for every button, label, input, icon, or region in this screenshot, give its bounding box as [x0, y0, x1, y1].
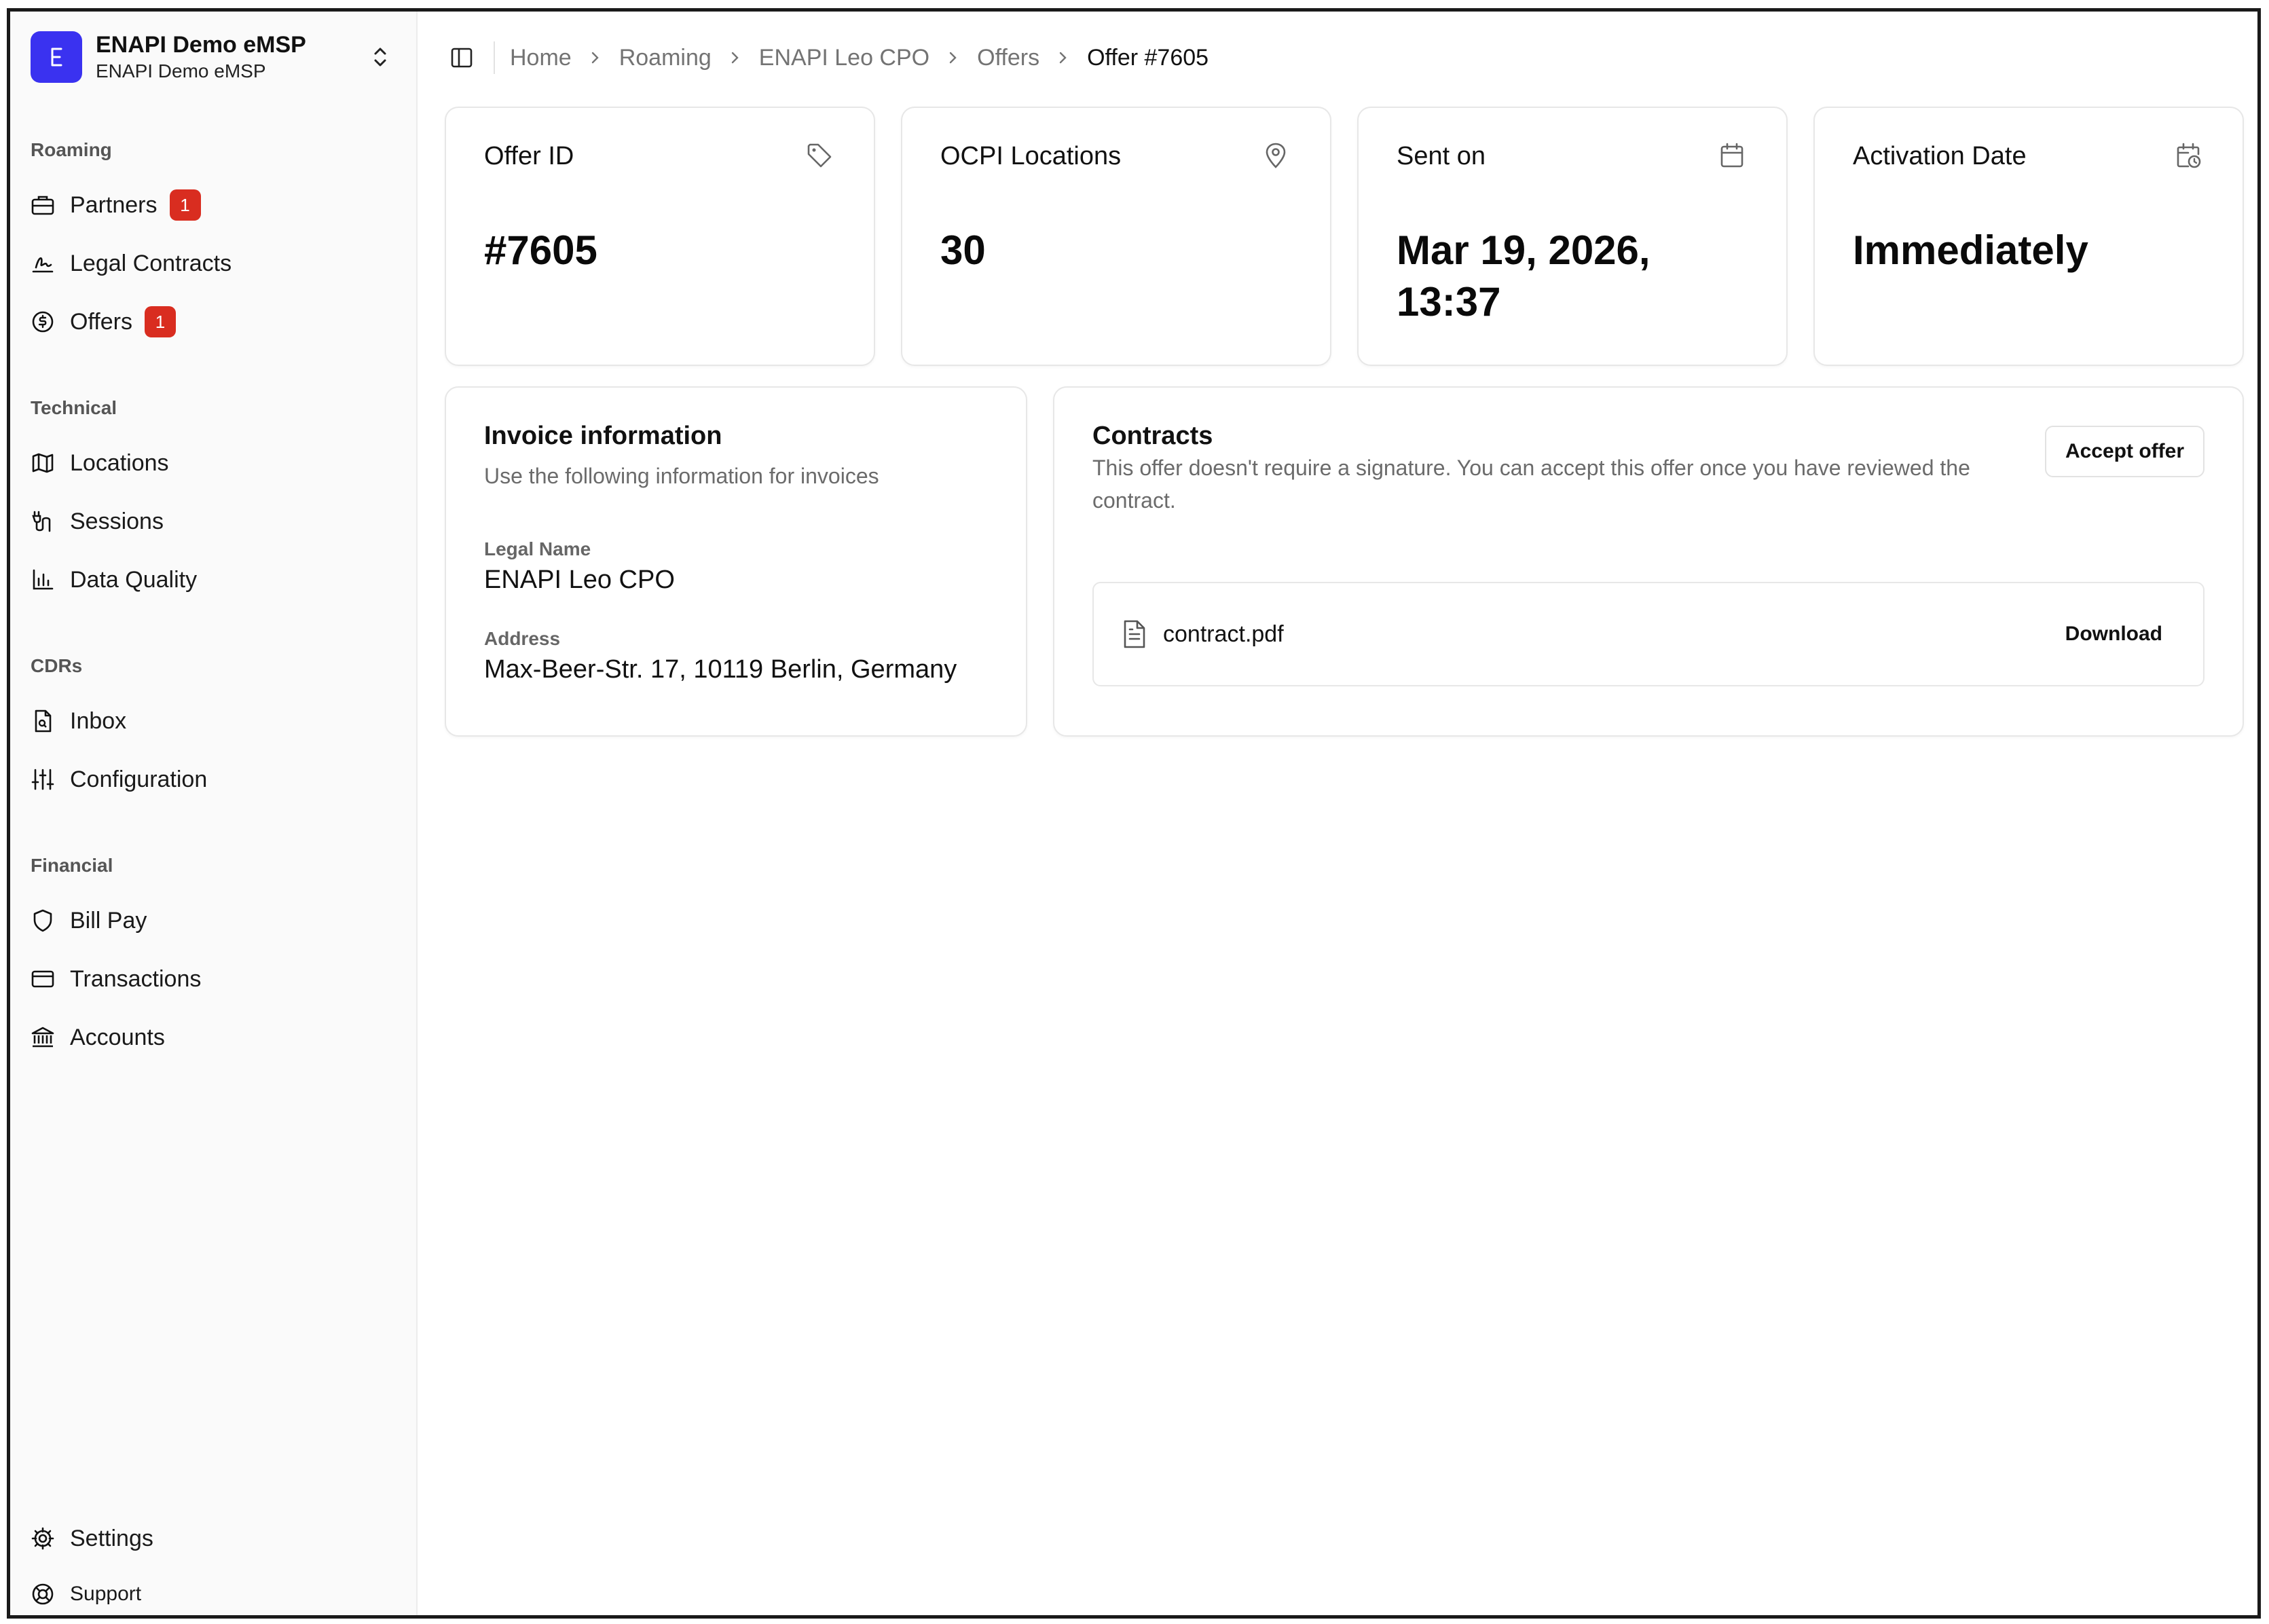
- sidebar-item-label: Data Quality: [70, 566, 198, 593]
- download-button[interactable]: Download: [2065, 623, 2162, 646]
- chevron-right-icon: [1057, 50, 1069, 66]
- charging-plug-icon: [31, 506, 60, 536]
- sidebar: ENAPI Demo eMSP ENAPI Demo eMSP Roaming …: [10, 12, 418, 1615]
- sidebar-item-offers[interactable]: Offers 1: [31, 298, 397, 346]
- sidebar-item-partners[interactable]: Partners 1: [31, 181, 397, 229]
- tag-icon: [806, 142, 836, 172]
- sidebar-item-label: Configuration: [70, 766, 208, 792]
- sidebar-item-legal-contracts[interactable]: Legal Contracts: [31, 240, 397, 287]
- contract-file-row: contract.pdf Download: [1092, 582, 2205, 686]
- sidebar-item-transactions[interactable]: Transactions: [31, 955, 397, 1003]
- sidebar-toggle-icon[interactable]: [445, 41, 479, 75]
- breadcrumb-partner[interactable]: ENAPI Leo CPO: [759, 45, 929, 71]
- sidebar-item-sessions[interactable]: Sessions: [31, 498, 397, 545]
- sidebar-item-label: Transactions: [70, 965, 202, 992]
- sidebar-item-label: Support: [70, 1583, 142, 1605]
- shield-icon: [31, 906, 60, 936]
- breadcrumb-current: Offer #7605: [1087, 44, 1209, 71]
- sidebar-item-label: Offers: [70, 308, 132, 335]
- notification-badge: 1: [169, 189, 201, 221]
- file-search-icon: [31, 706, 60, 736]
- sidebar-item-bill-pay[interactable]: Bill Pay: [31, 897, 397, 944]
- calendar-clock-icon: [2175, 142, 2205, 172]
- address-value: Max-Beer-Str. 17, 10119 Berlin, Germany: [484, 655, 957, 684]
- sidebar-item-accounts[interactable]: Accounts: [31, 1014, 397, 1061]
- contracts-card: Contracts This offer doesn't require a s…: [1053, 386, 2244, 737]
- breadcrumb-offers[interactable]: Offers: [977, 45, 1039, 71]
- sidebar-item-inbox[interactable]: Inbox: [31, 697, 397, 745]
- sidebar-item-data-quality[interactable]: Data Quality: [31, 556, 397, 604]
- stat-value: Mar 19, 2026, 13:37: [1397, 227, 1650, 325]
- sidebar-item-label: Locations: [70, 449, 169, 476]
- stat-card-activation-date: Activation Date Immediately: [1813, 107, 2244, 366]
- main-content: Home Roaming ENAPI Leo CPO Offers Offer …: [418, 12, 2257, 1615]
- invoice-subtitle: Use the following information for invoic…: [484, 464, 879, 488]
- file-text-icon: [1121, 619, 1151, 649]
- app-window: ENAPI Demo eMSP ENAPI Demo eMSP Roaming …: [7, 8, 2261, 1619]
- sidebar-item-label: Settings: [70, 1525, 153, 1551]
- sidebar-item-locations[interactable]: Locations: [31, 439, 397, 487]
- section-label-technical: Technical: [31, 397, 117, 418]
- sidebar-item-label: Accounts: [70, 1024, 165, 1050]
- address-label: Address: [484, 628, 561, 649]
- stat-title: OCPI Locations: [940, 142, 1122, 170]
- sidebar-item-label: Bill Pay: [70, 907, 147, 934]
- stat-card-offer-id: Offer ID #7605: [445, 107, 875, 366]
- enapi-logo-icon: [51, 48, 62, 67]
- org-subtitle: ENAPI Demo eMSP: [96, 60, 266, 81]
- sidebar-item-support[interactable]: Support: [31, 1570, 397, 1615]
- bank-icon: [31, 1022, 60, 1052]
- sidebar-item-configuration[interactable]: Configuration: [31, 756, 397, 803]
- stat-card-ocpi-locations: OCPI Locations 30: [901, 107, 1331, 366]
- stat-value: 30: [940, 227, 986, 273]
- org-title: ENAPI Demo eMSP: [96, 32, 306, 58]
- accept-offer-button[interactable]: Accept offer: [2044, 426, 2205, 477]
- stat-value: Immediately: [1853, 227, 2088, 273]
- legal-name-label: Legal Name: [484, 538, 591, 559]
- bar-chart-icon: [31, 565, 60, 595]
- sidebar-item-label: Sessions: [70, 508, 164, 534]
- org-switcher[interactable]: ENAPI Demo eMSP ENAPI Demo eMSP: [31, 26, 397, 88]
- calendar-icon: [1718, 142, 1748, 172]
- org-logo: [31, 31, 82, 83]
- sidebar-item-label: Partners: [70, 191, 158, 218]
- file-name: contract.pdf: [1163, 621, 1284, 647]
- stat-title: Sent on: [1397, 142, 1486, 170]
- map-icon: [31, 448, 60, 478]
- gear-icon: [31, 1524, 60, 1553]
- notification-badge: 1: [144, 306, 176, 337]
- stat-value: #7605: [484, 227, 597, 273]
- chevron-right-icon: [589, 50, 602, 66]
- stat-title: Offer ID: [484, 142, 574, 170]
- sidebar-item-label: Legal Contracts: [70, 250, 232, 276]
- section-label-financial: Financial: [31, 855, 113, 876]
- sliders-icon: [31, 764, 60, 794]
- chevrons-up-down-icon[interactable]: [363, 40, 397, 74]
- sidebar-item-label: Inbox: [70, 707, 127, 734]
- stat-card-sent-on: Sent on Mar 19, 2026, 13:37: [1357, 107, 1788, 366]
- invoice-title: Invoice information: [484, 422, 722, 450]
- credit-card-icon: [31, 964, 60, 994]
- contracts-title: Contracts: [1092, 422, 1213, 450]
- breadcrumb-home[interactable]: Home: [510, 45, 572, 71]
- chevron-right-icon: [729, 50, 741, 66]
- breadcrumb: Home Roaming ENAPI Leo CPO Offers Offer …: [510, 45, 1209, 71]
- chevron-right-icon: [947, 50, 959, 66]
- life-buoy-icon: [31, 1579, 60, 1609]
- breadcrumb-roaming[interactable]: Roaming: [619, 45, 712, 71]
- section-label-cdrs: CDRs: [31, 655, 83, 676]
- dollar-circle-icon: [31, 307, 60, 337]
- stat-title: Activation Date: [1853, 142, 2027, 170]
- topbar: Home Roaming ENAPI Leo CPO Offers Offer …: [445, 31, 1209, 85]
- invoice-card: Invoice information Use the following in…: [445, 386, 1027, 737]
- divider: [494, 41, 495, 74]
- briefcase-icon: [31, 190, 60, 220]
- map-pin-icon: [1262, 142, 1292, 172]
- contracts-description: This offer doesn't require a signature. …: [1092, 456, 1970, 513]
- sidebar-item-settings[interactable]: Settings: [31, 1515, 397, 1562]
- section-label-roaming: Roaming: [31, 139, 112, 160]
- legal-name-value: ENAPI Leo CPO: [484, 566, 675, 594]
- signature-icon: [31, 248, 60, 278]
